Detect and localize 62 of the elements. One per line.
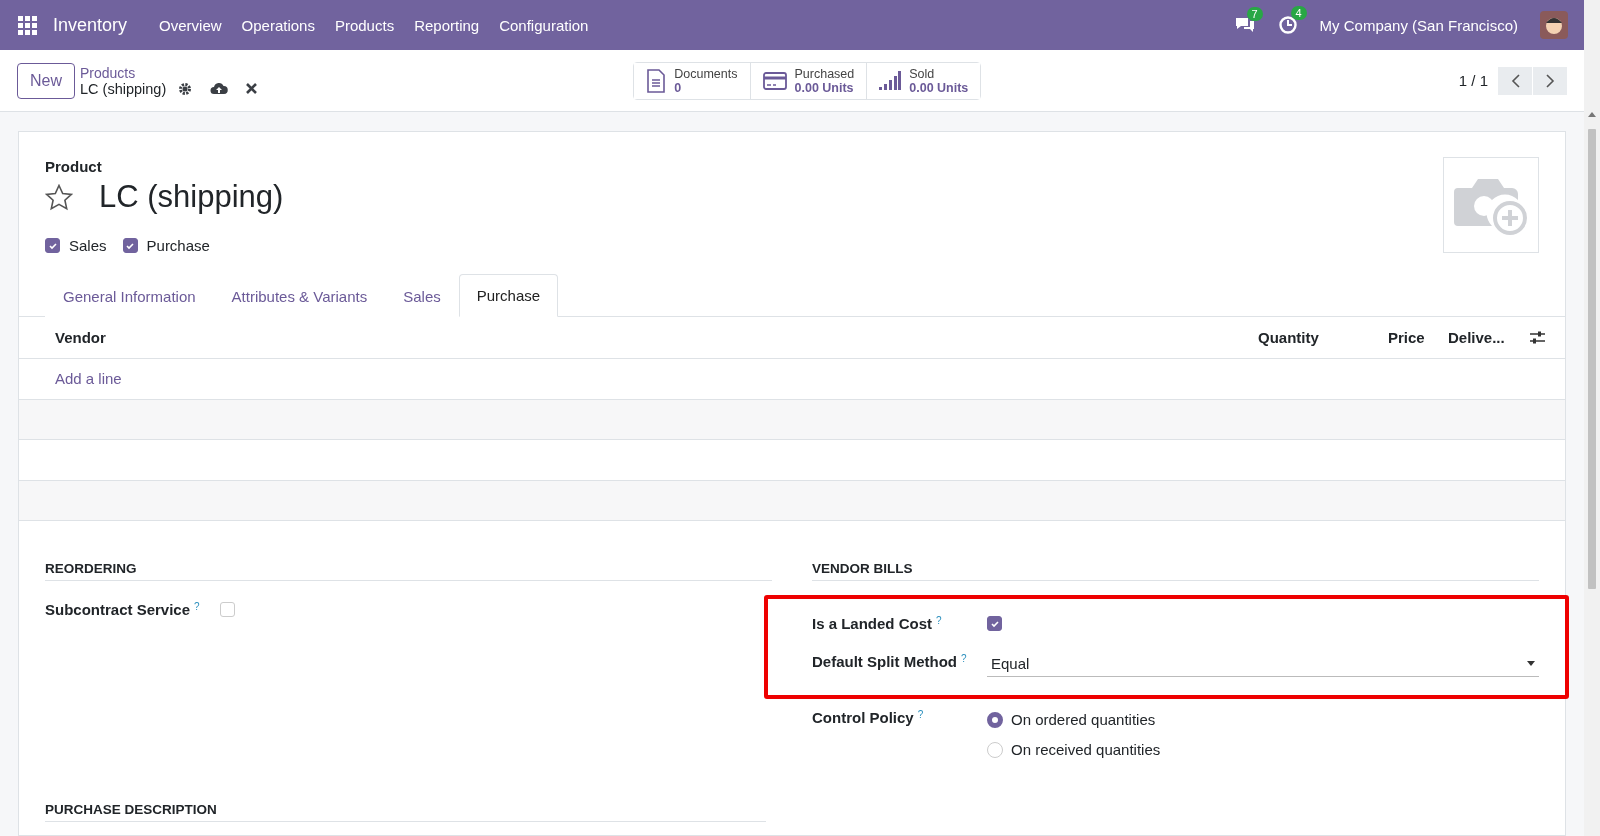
app-name[interactable]: Inventory [53, 14, 128, 36]
section-heading: PURCHASE DESCRIPTION [45, 802, 766, 822]
scroll-up-arrow-icon[interactable] [1588, 112, 1596, 117]
checkmark-icon [47, 240, 58, 251]
new-button[interactable]: New [17, 62, 75, 99]
next-button[interactable] [1533, 66, 1567, 95]
bar-signal-icon [879, 70, 902, 91]
menu-item[interactable]: Products [324, 16, 405, 34]
column-header[interactable]: Price [1388, 329, 1448, 346]
field-label: Subcontract Service [45, 601, 191, 618]
checkmark-icon [125, 240, 136, 251]
star-icon[interactable] [45, 183, 73, 211]
radio-button[interactable] [987, 711, 1003, 728]
user-avatar[interactable] [1540, 11, 1568, 39]
menu-item[interactable]: Configuration [489, 16, 599, 34]
sliders-icon[interactable] [1530, 331, 1545, 344]
field-label: Control Policy [812, 709, 914, 726]
help-tooltip-mark[interactable]: ? [917, 709, 924, 726]
field-label: Default Split Method [812, 653, 957, 670]
radio-label: On ordered quantities [1011, 711, 1156, 728]
help-tooltip-mark[interactable]: ? [194, 601, 200, 618]
menu-item[interactable]: Operations [231, 16, 325, 34]
section-heading: REORDERING [45, 561, 772, 581]
document-icon [646, 68, 667, 93]
checkmark-icon [989, 618, 1000, 629]
form-label: Product [45, 158, 103, 175]
checkbox-label: Purchase [146, 237, 210, 254]
split-method-select[interactable]: Equal [987, 651, 1539, 677]
message-count-badge: 7 [1246, 7, 1263, 21]
column-header[interactable]: Delive... [1448, 329, 1530, 346]
chevron-right-icon [1545, 73, 1555, 88]
breadcrumb-current: LC (shipping) [80, 80, 167, 97]
checkbox[interactable] [45, 238, 60, 253]
section-heading: VENDOR BILLS [812, 561, 1539, 581]
product-title[interactable]: LC (shipping) [99, 179, 284, 215]
scrollbar[interactable] [1584, 0, 1600, 836]
stat-button[interactable]: Documents 0 [634, 62, 751, 99]
caret-icon [1527, 661, 1535, 666]
menu-item[interactable]: Overview [149, 16, 232, 34]
menu-item[interactable]: Reporting [404, 16, 490, 34]
company-name[interactable]: My Company (San Francisco) [1319, 16, 1518, 34]
add-line-link[interactable]: Add a line [55, 370, 122, 388]
field-label: Is a Landed Cost [812, 615, 933, 632]
chevron-left-icon [1510, 73, 1520, 88]
activity-count-badge: 4 [1290, 6, 1307, 20]
checkbox[interactable] [987, 616, 1002, 631]
previous-button[interactable] [1498, 66, 1532, 95]
select-value: Equal [991, 655, 1030, 672]
credit-card-icon [762, 71, 787, 90]
app-grid-icon[interactable] [18, 15, 37, 35]
clock-icon[interactable] [1277, 15, 1298, 35]
pager-count: 1 / 1 [1458, 72, 1488, 89]
help-tooltip-mark[interactable]: ? [961, 653, 967, 670]
column-header[interactable]: Vendor [55, 329, 1258, 346]
breadcrumb-link[interactable]: Products [80, 64, 264, 81]
help-tooltip-mark[interactable]: ? [936, 615, 942, 632]
column-header[interactable]: Quantity [1258, 329, 1388, 346]
tab[interactable]: Purchase [458, 274, 559, 317]
checkbox-label: Sales [69, 237, 107, 254]
radio-label: On received quantities [1011, 741, 1161, 758]
checkbox[interactable] [122, 238, 138, 253]
chat-icon[interactable] [1233, 16, 1256, 34]
